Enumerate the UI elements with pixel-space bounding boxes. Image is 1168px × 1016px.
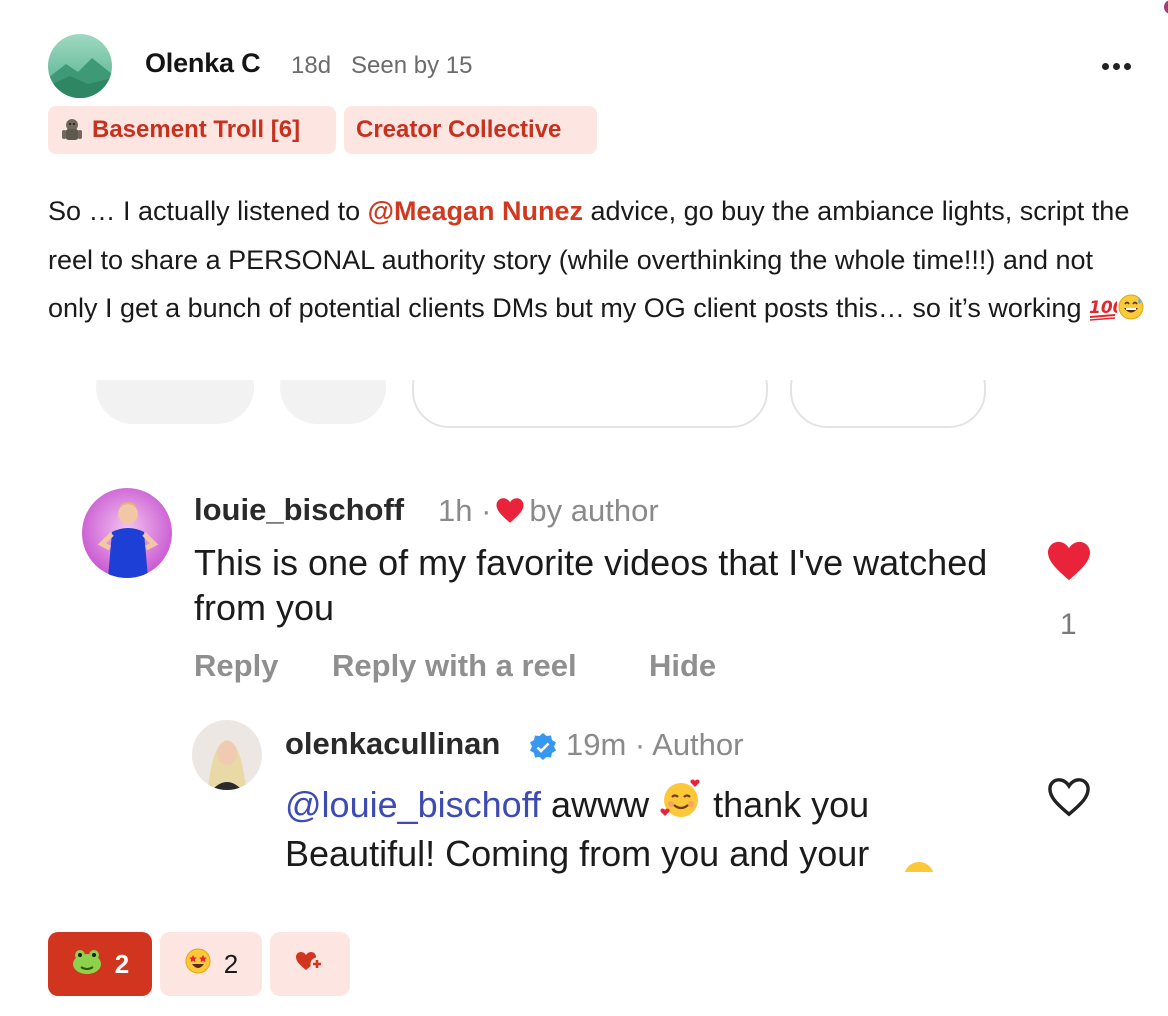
reaction-star-struck-button[interactable]: 2	[160, 932, 262, 996]
hide-action: Hide	[649, 648, 717, 683]
seen-by-count[interactable]: Seen by 15	[351, 52, 472, 80]
badge-label: Creator Collective	[356, 116, 562, 143]
grinning-sweat-icon	[1117, 288, 1145, 337]
embedded-pill-button	[412, 380, 768, 428]
post-card: Olenka C 18d Seen by 15 Basement Troll […	[0, 0, 1168, 1016]
badge-creator-collective[interactable]: Creator Collective	[344, 106, 597, 154]
reply-mention: @louie_bischoff	[285, 784, 542, 825]
troll-icon	[60, 117, 84, 143]
reply-with-reel-action: Reply with a reel	[332, 648, 577, 683]
reply-action: Reply	[194, 648, 279, 683]
comment-username: louie_bischoff	[194, 492, 405, 527]
reaction-count: 2	[114, 948, 130, 979]
post-age: 18d	[291, 52, 332, 79]
more-dot-icon	[1123, 62, 1131, 70]
badge-label: Basement Troll [6]	[92, 116, 301, 143]
comment-text: This is one of my favorite videos that I…	[194, 542, 988, 628]
author-name[interactable]: Olenka C	[145, 48, 261, 79]
embedded-pill-button	[280, 380, 386, 424]
reply-avatar	[192, 720, 262, 790]
more-options-button[interactable]	[1094, 52, 1138, 80]
more-dot-icon	[1101, 62, 1109, 70]
badge-basement-troll[interactable]: Basement Troll [6]	[48, 106, 336, 154]
embedded-screenshot: louie_bischoff 1h · by author This is one…	[0, 380, 1168, 890]
commenter-avatar	[82, 488, 172, 578]
frog-emoji-icon	[71, 947, 103, 982]
author-avatar[interactable]	[48, 34, 112, 98]
add-heart-icon	[295, 949, 325, 980]
reaction-count: 2	[223, 948, 239, 979]
corner-indicator	[1164, 0, 1168, 14]
hundred-points-icon: 100	[1089, 288, 1125, 337]
reaction-frog-button[interactable]: 2	[48, 932, 152, 996]
heart-filled-icon	[1046, 540, 1092, 582]
heart-outline-icon	[1046, 776, 1092, 818]
embedded-pill-button	[790, 380, 986, 428]
post-text: So … I actually listened to	[48, 196, 368, 226]
smiling-hearts-icon	[659, 777, 703, 831]
cut-off-emoji-icon	[902, 860, 936, 872]
mention-link[interactable]: @Meagan Nunez	[368, 196, 583, 226]
post-body: So … I actually listened to @Meagan Nune…	[48, 187, 1148, 337]
verified-badge-icon	[528, 732, 558, 762]
more-dot-icon	[1112, 62, 1120, 70]
star-struck-emoji-icon	[184, 947, 212, 982]
like-count: 1	[1060, 608, 1077, 641]
embedded-pill-button	[96, 380, 254, 424]
liked-by-author-label: by author	[529, 493, 659, 528]
comment-time: 1h ·	[438, 493, 492, 528]
reply-text: @louie_bischoff awww thank you Beautiful…	[285, 777, 1005, 876]
reply-username: olenkacullinan	[285, 726, 501, 761]
comment-meta: 1h · by author	[438, 493, 659, 532]
heart-icon	[495, 496, 525, 532]
reply-text-a: awww	[541, 784, 660, 825]
reply-meta: 19m · Author	[566, 727, 744, 762]
add-reaction-button[interactable]	[270, 932, 350, 996]
